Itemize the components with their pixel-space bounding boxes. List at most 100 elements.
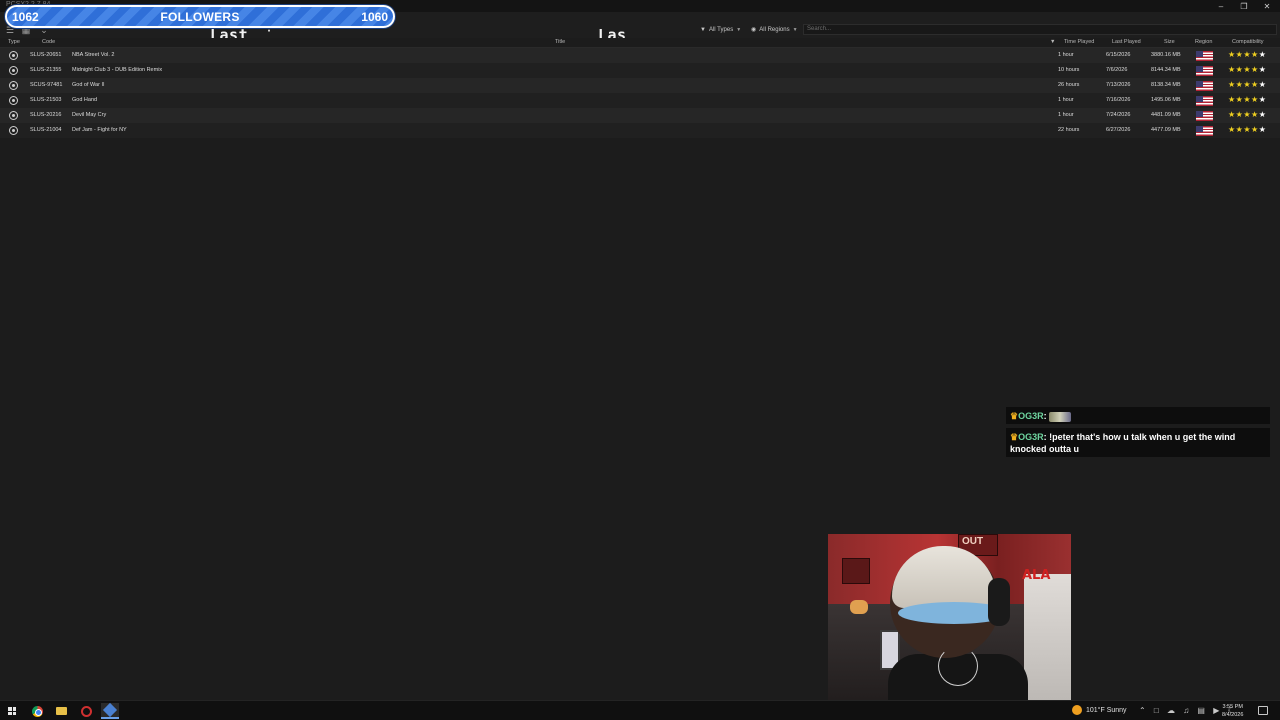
disc-icon	[9, 111, 18, 120]
type-filter-dropdown[interactable]: ▼ All Types ▼	[700, 24, 741, 35]
table-row[interactable]: SLUS-21004 Def Jam - Fight for NY 22 hou…	[0, 123, 1280, 138]
header-compatibility[interactable]: Compatibility	[1232, 39, 1263, 45]
weather-text: 101°F Sunny	[1086, 706, 1127, 714]
sort-arrow-icon: ▼	[1050, 39, 1056, 45]
poster-top-text: OUT	[962, 536, 984, 547]
header-last-played[interactable]: Last Played	[1112, 39, 1141, 45]
maximize-icon[interactable]: ❐	[1233, 0, 1255, 12]
chevron-down-icon: ▼	[736, 26, 742, 33]
table-row[interactable]: SLUS-21503 God Hand 1 hour 7/16/2026 149…	[0, 93, 1280, 108]
search-placeholder: Search...	[807, 26, 832, 32]
row-title: God of War II	[72, 82, 105, 88]
notification-icon[interactable]	[1258, 706, 1268, 715]
table-row[interactable]: SLUS-21355 Midnight Club 3 - DUB Edition…	[0, 63, 1280, 78]
row-last-played: 7/24/2026	[1106, 112, 1131, 118]
wall-poster	[842, 558, 870, 584]
emote-icon	[1049, 411, 1072, 422]
taskbar: 101°F Sunny ⌃ □ ☁ ♫ ▤ ▶ ☾ 3:55 PM 8/4/20…	[0, 700, 1280, 720]
header-size[interactable]: Size	[1164, 39, 1175, 45]
row-title: Midnight Club 3 - DUB Edition Remix	[72, 67, 163, 73]
recorder-icon[interactable]	[77, 703, 95, 719]
clock-date: 8/4/2026	[1222, 712, 1244, 718]
row-time-played: 10 hours	[1058, 67, 1080, 73]
header-region[interactable]: Region	[1195, 39, 1212, 45]
row-code: SLUS-21503	[30, 97, 62, 103]
disc-icon	[9, 66, 18, 75]
crown-icon: ♛	[1010, 411, 1019, 421]
header-type[interactable]: Type	[8, 39, 20, 45]
weather-widget[interactable]: 101°F Sunny	[1072, 705, 1127, 715]
row-time-played: 26 hours	[1058, 82, 1080, 88]
us-flag-icon	[1196, 126, 1213, 136]
header-title[interactable]: Title	[555, 39, 565, 45]
row-last-played: 6/15/2026	[1106, 52, 1131, 58]
sun-icon	[1072, 705, 1082, 715]
headphone	[988, 578, 1010, 626]
followers-label: FOLLOWERS	[160, 10, 240, 24]
clock-time: 3:55 PM	[1222, 704, 1243, 710]
crown-icon: ♛	[1010, 432, 1019, 442]
region-filter-dropdown[interactable]: ◉ All Regions ▼	[751, 24, 798, 35]
table-row[interactable]: SCUS-97481 God of War II 26 hours 7/13/2…	[0, 78, 1280, 93]
row-size: 4481.09 MB	[1151, 112, 1181, 118]
poster-text: ALA	[1022, 568, 1051, 583]
table-row[interactable]: SLUS-20651 NBA Street Vol. 2 1 hour 6/15…	[0, 48, 1280, 63]
person-chain	[938, 646, 978, 686]
followers-goal: 1060	[361, 10, 388, 24]
region-filter-label: All Regions	[759, 26, 790, 33]
disc-icon	[9, 81, 18, 90]
row-time-played: 1 hour	[1058, 52, 1074, 58]
header-code[interactable]: Code	[42, 39, 55, 45]
row-size: 8138.34 MB	[1151, 82, 1181, 88]
chat-message: ♛OG3R: !peter that's how u talk when u g…	[1006, 428, 1270, 457]
filter-icon: ▼	[700, 26, 706, 33]
row-last-played: 7/13/2026	[1106, 82, 1131, 88]
close-icon[interactable]: ✕	[1256, 0, 1278, 12]
us-flag-icon	[1196, 96, 1213, 106]
header-time-played[interactable]: Time Played	[1064, 39, 1094, 45]
row-code: SLUS-20651	[30, 52, 62, 58]
chat-separator: :	[1043, 432, 1047, 442]
table-row[interactable]: SLUS-20216 Devil May Cry 1 hour 7/24/202…	[0, 108, 1280, 123]
row-size: 4477.09 MB	[1151, 127, 1181, 133]
row-title: God Hand	[72, 97, 98, 103]
windows-start-icon[interactable]	[3, 703, 21, 719]
us-flag-icon	[1196, 111, 1213, 121]
file-explorer-icon[interactable]	[52, 703, 70, 719]
followers-goal-bar: 1062 FOLLOWERS 1060	[5, 5, 395, 28]
row-code: SCUS-97481	[30, 82, 63, 88]
row-size: 1495.06 MB	[1151, 97, 1181, 103]
chat-separator: :	[1043, 411, 1047, 421]
row-time-played: 22 hours	[1058, 127, 1080, 133]
minimize-icon[interactable]: –	[1210, 0, 1232, 12]
pcsx2-icon[interactable]	[101, 702, 119, 719]
compatibility-stars: ★★★★★	[1228, 95, 1267, 104]
taskbar-clock[interactable]: 3:55 PM 8/4/2026	[1222, 703, 1243, 719]
compatibility-stars: ★★★★★	[1228, 125, 1267, 134]
person-hand	[850, 600, 868, 614]
row-title: NBA Street Vol. 2	[72, 52, 115, 58]
webcam-right-wall	[1024, 574, 1071, 717]
compatibility-stars: ★★★★★	[1228, 65, 1267, 74]
game-list-header: Type Code Title ▼ Time Played Last Playe…	[0, 38, 1280, 48]
chat-message: ♛OG3R:	[1006, 407, 1270, 424]
row-last-played: 7/16/2026	[1106, 97, 1131, 103]
compatibility-stars: ★★★★★	[1228, 110, 1267, 119]
disc-icon	[9, 51, 18, 60]
us-flag-icon	[1196, 66, 1213, 76]
row-size: 8144.34 MB	[1151, 67, 1181, 73]
row-code: SLUS-20216	[30, 112, 62, 118]
row-last-played: 6/27/2026	[1106, 127, 1131, 133]
chat-username: OG3R	[1018, 432, 1044, 442]
globe-icon: ◉	[751, 27, 757, 33]
chevron-down-icon: ▼	[792, 26, 798, 33]
compatibility-stars: ★★★★★	[1228, 50, 1267, 59]
row-code: SLUS-21355	[30, 67, 62, 73]
disc-icon	[9, 96, 18, 105]
search-input[interactable]: Search...	[803, 24, 1277, 35]
row-title: Devil May Cry	[72, 112, 107, 118]
chrome-icon[interactable]	[28, 703, 46, 719]
webcam-feed: OUT ALA	[828, 534, 1071, 717]
disc-icon	[9, 126, 18, 135]
row-code: SLUS-21004	[30, 127, 62, 133]
